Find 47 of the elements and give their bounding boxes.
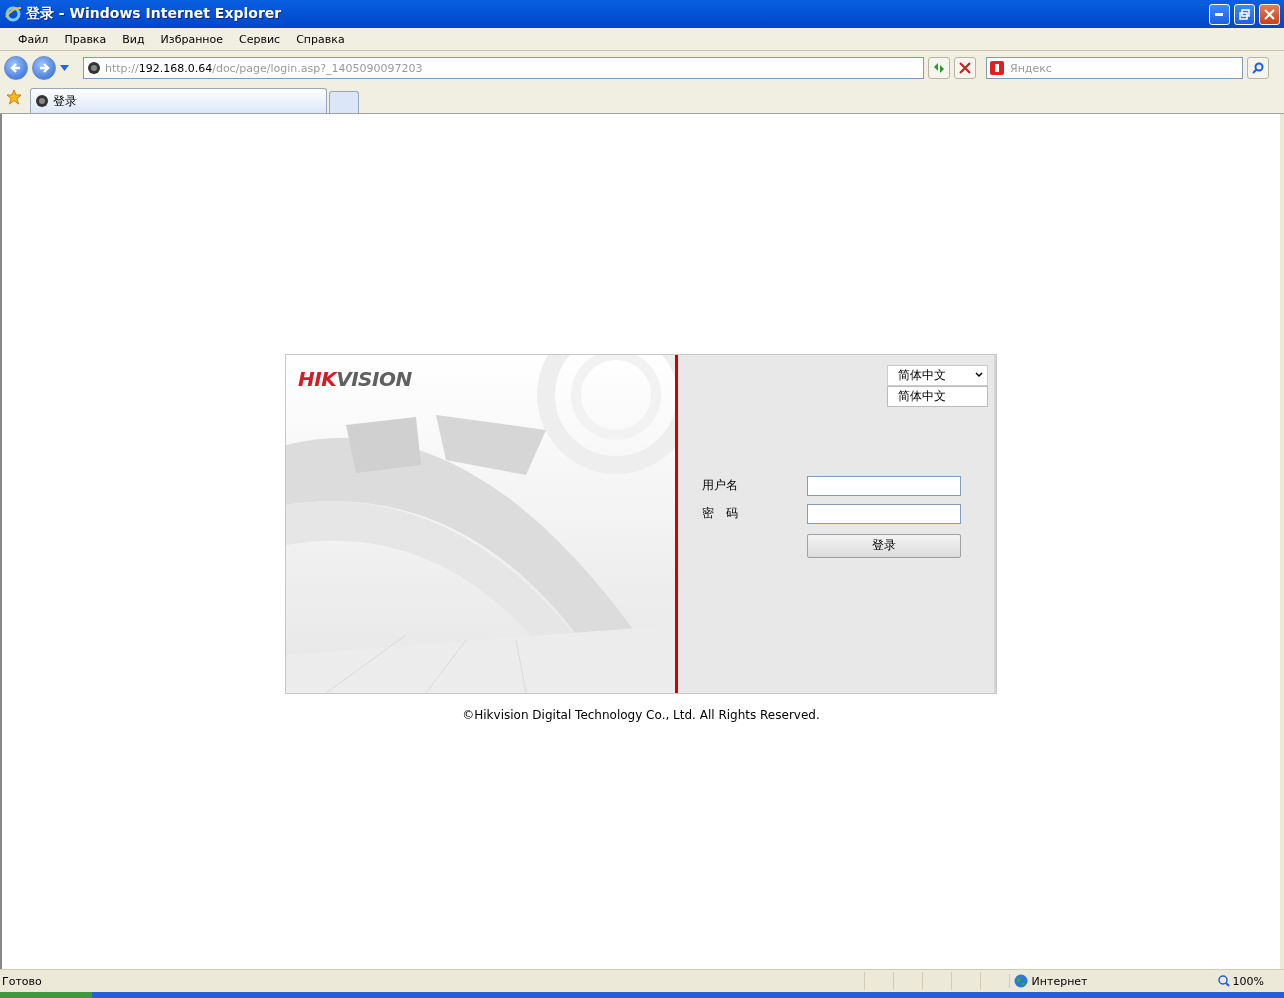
- caret-icon[interactable]: [60, 65, 69, 71]
- minimize-icon: [1215, 12, 1224, 16]
- menu-item[interactable]: Вид: [114, 32, 153, 46]
- back-arrow-icon: [10, 62, 22, 74]
- refresh-button[interactable]: [928, 57, 950, 79]
- stop-button[interactable]: [954, 57, 976, 79]
- browser-tab[interactable]: 登录: [30, 88, 327, 113]
- chevron-icon: [975, 372, 983, 378]
- zoom-button[interactable]: 100%: [1213, 974, 1284, 988]
- search-box[interactable]: Яндекс: [986, 57, 1243, 79]
- search-provider-icon[interactable]: [990, 61, 1004, 75]
- zone-text: Интернет: [1031, 974, 1088, 988]
- stop-icon: [959, 62, 971, 74]
- status-text: Готово: [1, 974, 43, 988]
- globe-icon: [1013, 974, 1028, 988]
- copyright-text: ©Hikvision Digital Technology Co., Ltd. All Rights Reserved.: [462, 707, 820, 722]
- close-icon: [1264, 8, 1275, 20]
- menu-item[interactable]: Сервис: [231, 32, 289, 46]
- forward-button[interactable]: [32, 56, 56, 80]
- restore-icon: [1239, 8, 1250, 20]
- language-select[interactable]: 简体中文: [887, 364, 988, 386]
- input-field[interactable]: [807, 503, 961, 524]
- language-option[interactable]: 简体中文: [887, 385, 988, 407]
- input-field[interactable]: [807, 475, 961, 496]
- address-field[interactable]: http://192.168.0.64/doc/page/login.asp?_1405090097203: [83, 57, 924, 79]
- browser-logo-icon: [4, 5, 22, 23]
- minimize-button[interactable]: [1209, 3, 1230, 25]
- search-icon: [1252, 62, 1264, 74]
- back-button[interactable]: [4, 56, 28, 80]
- search-button[interactable]: [1247, 57, 1269, 79]
- camera-icon: [87, 61, 101, 75]
- logo: HIKVISION: [298, 366, 412, 391]
- menu-item[interactable]: Файл: [10, 32, 57, 46]
- magnifier-icon: [1217, 975, 1230, 987]
- field-label: 密 码: [702, 505, 739, 522]
- menu-item[interactable]: Избранное: [152, 32, 232, 46]
- close-button[interactable]: [1259, 3, 1280, 25]
- forward-arrow-icon: [38, 62, 50, 74]
- field-label: 用户名: [702, 477, 739, 494]
- restore-button[interactable]: [1234, 3, 1255, 25]
- camera-icon: [35, 94, 49, 108]
- window-title: 登录 - Windows Internet Explorer: [26, 5, 283, 23]
- refresh-icon: [932, 61, 946, 75]
- menu-item[interactable]: Справка: [288, 32, 353, 46]
- login-button[interactable]: 登录: [807, 533, 961, 558]
- menu-item[interactable]: Правка: [56, 32, 115, 46]
- favorites-star-icon[interactable]: [6, 89, 22, 105]
